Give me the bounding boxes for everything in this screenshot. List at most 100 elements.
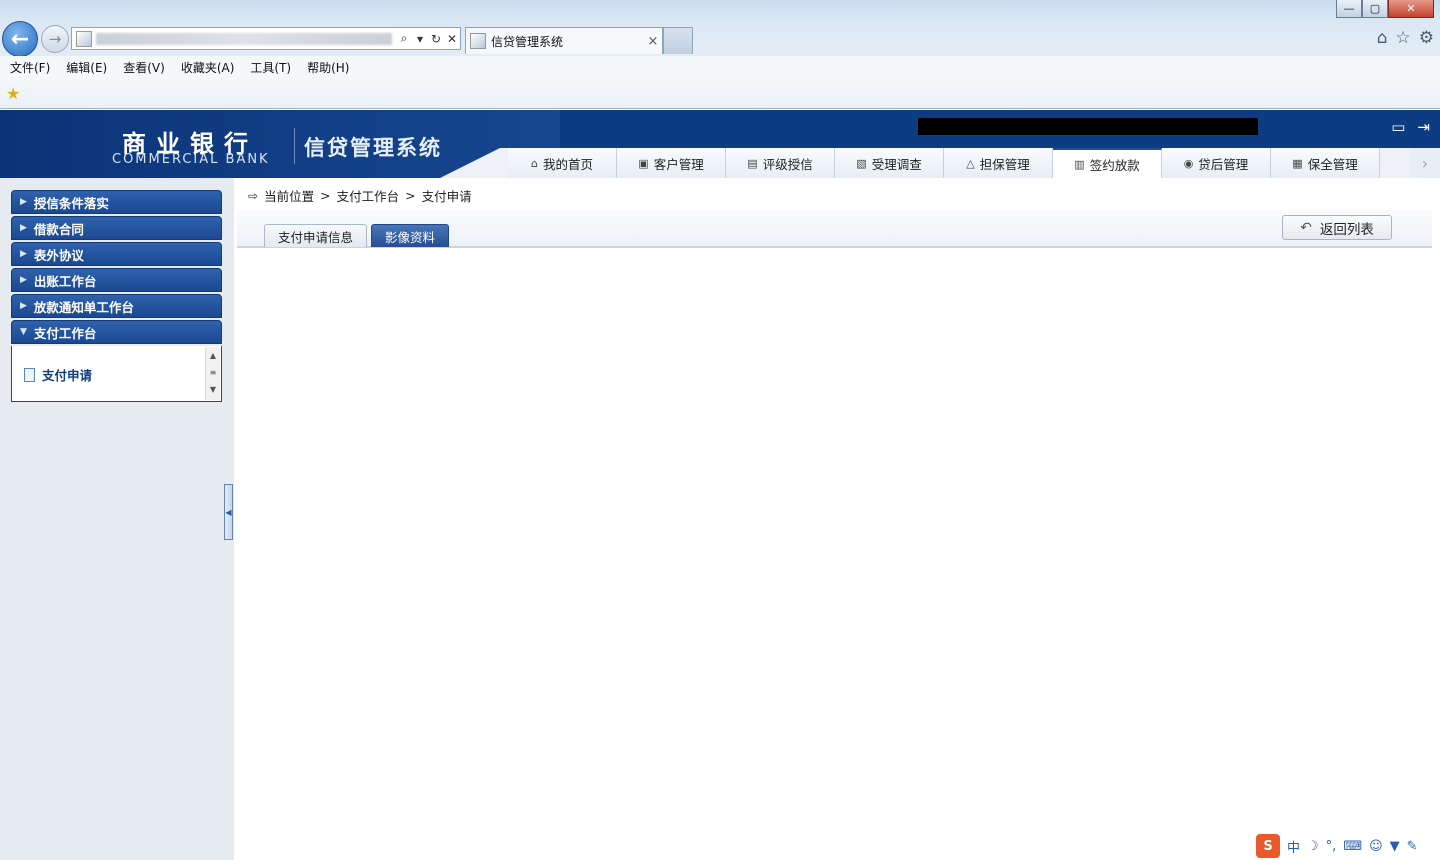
minimize-button[interactable]: — [1336,0,1362,18]
menu-file[interactable]: 文件(F) [10,59,50,76]
scroll-thumb[interactable]: ≡ [206,364,220,381]
chevron-right-icon: › [1421,153,1429,173]
survey-icon: ▧ [856,156,867,170]
maximize-button[interactable]: ▢ [1362,0,1388,18]
breadcrumb-payment-request: 支付申请 [421,189,472,204]
postloan-icon: ◉ [1183,156,1194,170]
menu-view[interactable]: 查看(V) [123,59,165,76]
nav-tab-guarantee[interactable]: △ 担保管理 [944,148,1053,178]
breadcrumb-separator: > [405,188,416,203]
nav-tab-customer[interactable]: ▣ 客户管理 [617,148,726,178]
main-nav: ⌂ 我的首页 ▣ 客户管理 ▤ 评级授信 ▧ 受理调查 △ 担保管理 ▥ 签约放款 ◉ 贷后管… [508,148,1380,178]
nav-tab-contract[interactable]: ▥ 签约放款 [1053,148,1162,178]
sidebar-group-credit-conditions[interactable]: ▶ 授信条件落实 [11,190,222,214]
caret-right-icon: ▶ [20,275,27,285]
dropdown-icon[interactable]: ▾ [412,32,428,46]
nav-tab-label: 评级授信 [762,156,813,172]
contract-icon: ▥ [1074,157,1085,171]
address-url-redacted[interactable] [96,32,392,45]
sidebar-menu: ▶ 授信条件落实 ▶ 借款合同 ▶ 表外协议 ▶ 出账工作台 ▶ 放款通知单工作台 ▼ 支付… [11,190,222,402]
scroll-up-icon[interactable]: ▲ [206,347,220,364]
back-to-list-label: 返回列表 [1319,221,1374,238]
browser-tab[interactable]: 信贷管理系统 × [465,27,663,54]
rating-icon: ▤ [747,156,758,170]
nav-tab-preserve[interactable]: ▦ 保全管理 [1271,148,1380,178]
sidebar-group-loan-notice[interactable]: ▶ 放款通知单工作台 [11,294,222,318]
sidebar-item-payment-request[interactable]: 支付申请 [24,365,92,384]
star-icon[interactable]: ☆ [1396,28,1411,48]
tab-close-icon[interactable]: × [644,34,662,49]
nav-tab-home[interactable]: ⌂ 我的首页 [508,148,617,178]
page-favicon-icon [76,30,92,47]
sidebar-group-label: 放款通知单工作台 [33,299,134,315]
menu-tools[interactable]: 工具(T) [250,59,291,76]
logo-divider [294,128,295,164]
sidebar-group-disbursement[interactable]: ▶ 出账工作台 [11,268,222,292]
sidebar-group-payment[interactable]: ▼ 支付工作台 [11,320,222,344]
new-tab-button[interactable] [663,27,693,54]
nav-tab-rating[interactable]: ▤ 评级授信 [726,148,835,178]
close-window-button[interactable]: ✕ [1388,0,1434,18]
browser-menubar: 文件(F) 编辑(E) 查看(V) 收藏夹(A) 工具(T) 帮助(H) [0,56,1440,79]
tab-payment-info[interactable]: 支付申请信息 [264,224,368,247]
back-button[interactable]: ← [2,21,38,57]
home-icon[interactable]: ⌂ [1377,28,1388,48]
forward-button[interactable]: → [41,25,69,53]
nav-tab-label: 签约放款 [1089,157,1140,173]
search-icon[interactable]: ⌕ [396,31,412,46]
sidebar-group-offbalance[interactable]: ▶ 表外协议 [11,242,222,266]
logout-icon[interactable]: ⇥ [1417,118,1430,136]
browser-tab-title: 信贷管理系统 [491,34,564,49]
content-body [237,250,1432,856]
moon-icon[interactable]: ☽ [1307,839,1319,854]
browser-titlebar: — ▢ ✕ ← → ⌕ ▾ ↻ ✕ 信贷管理系统 × ⌂ ☆ ⚙ [0,0,1440,57]
return-arrow-icon: ↶ [1300,219,1312,236]
browser-toolbar-icons: ⌂ ☆ ⚙ [1377,28,1434,48]
nav-scroll-right-button[interactable]: › [1410,148,1440,178]
nav-tab-label: 受理调查 [871,156,922,172]
user-icon[interactable]: ☺ [1369,839,1383,854]
nav-tab-postloan[interactable]: ◉ 贷后管理 [1162,148,1271,178]
breadcrumb-separator: > [320,188,331,203]
sidebar: ▶ 授信条件落实 ▶ 借款合同 ▶ 表外协议 ▶ 出账工作台 ▶ 放款通知单工作台 ▼ 支付… [0,178,234,860]
keyboard-icon[interactable]: ⌨ [1343,839,1362,854]
sidebar-group-loan-contract[interactable]: ▶ 借款合同 [11,216,222,240]
sidebar-group-label: 支付工作台 [33,325,97,341]
refresh-icon[interactable]: ↻ [428,32,444,46]
gear-icon[interactable]: ⚙ [1419,28,1434,48]
favorites-star-icon[interactable]: ★ [6,84,20,103]
menu-favorites[interactable]: 收藏夹(A) [181,59,235,76]
sidebar-collapse-handle[interactable]: ◀ [224,484,233,540]
header-icons: ▭ ⇥ [1391,118,1430,136]
address-bar[interactable]: ⌕ ▾ ↻ ✕ [71,27,461,50]
sogou-ime-icon[interactable]: S [1256,834,1280,858]
scroll-down-icon[interactable]: ▼ [206,381,220,398]
breadcrumb-payment-workbench[interactable]: 支付工作台 [337,186,400,205]
nav-tab-label: 保全管理 [1307,156,1358,172]
forward-arrow-icon: → [48,30,62,48]
customer-icon: ▣ [638,156,649,170]
tab-image-materials[interactable]: 影像资料 [371,224,450,247]
menu-edit[interactable]: 编辑(E) [66,59,107,76]
sidebar-group-label: 授信条件落实 [33,195,109,211]
sidebar-scrollbar[interactable]: ▲ ≡ ▼ [205,347,220,400]
menu-help[interactable]: 帮助(H) [307,59,349,76]
nav-tab-survey[interactable]: ▧ 受理调查 [835,148,944,178]
wrench-icon[interactable]: ✎ [1407,839,1418,854]
nav-tab-label: 贷后管理 [1198,156,1249,172]
ime-mode-label[interactable]: 中 [1287,837,1300,856]
back-to-list-button[interactable]: ↶ 返回列表 [1282,215,1392,240]
stop-icon[interactable]: ✕ [444,32,460,46]
nav-tab-label: 客户管理 [653,156,704,172]
user-info-redacted [918,118,1258,135]
favorites-bar: ★ [0,79,1440,109]
sidebar-group-label: 借款合同 [33,221,84,237]
punctuation-icon[interactable]: °, [1326,839,1337,854]
guarantee-icon: △ [966,156,975,170]
sidebar-group-payment-items: 支付申请 ▲ ≡ ▼ [11,346,222,402]
collapse-left-icon: ◀ [225,507,232,517]
monitor-icon[interactable]: ▭ [1391,118,1405,136]
home-icon: ⌂ [531,156,538,170]
shirt-icon[interactable]: ▼ [1390,839,1400,854]
location-icon: ⇨ [248,188,259,203]
